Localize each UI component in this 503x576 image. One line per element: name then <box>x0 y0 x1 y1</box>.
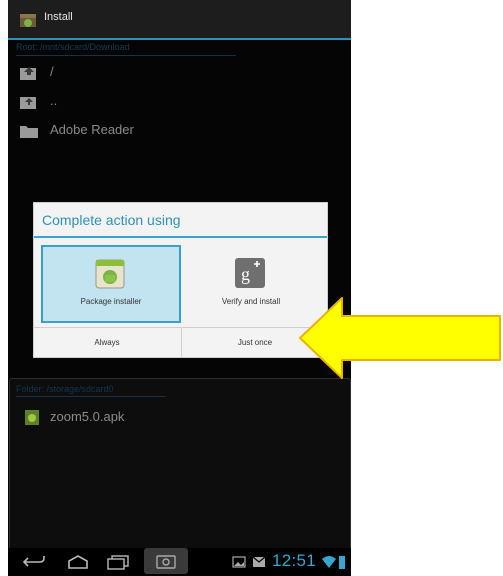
folder-up-icon <box>20 67 36 80</box>
file-row-adobe-reader[interactable]: Adobe Reader <box>8 118 351 144</box>
dialog-title: Complete action using <box>42 212 181 228</box>
file-row-label: .. <box>50 93 58 108</box>
file-row-label: Adobe Reader <box>50 122 134 137</box>
package-installer-icon <box>95 259 125 289</box>
option-package-installer[interactable]: Package installer <box>41 245 181 323</box>
app-title: Install <box>44 11 73 23</box>
file-row-apk[interactable]: zoom5.0.apk <box>10 405 350 429</box>
battery-icon <box>339 556 345 569</box>
complete-action-dialog: Complete action using Package installer … <box>33 202 328 358</box>
lower-panel-path: Folder: /storage/sdcard0 <box>16 384 114 394</box>
camera-icon <box>156 555 176 569</box>
back-icon[interactable] <box>22 554 46 570</box>
file-row-root[interactable]: / <box>8 60 351 86</box>
option-label: Package installer <box>80 297 142 306</box>
apk-file-icon <box>25 410 39 425</box>
home-icon[interactable] <box>66 554 90 570</box>
folder-icon <box>20 126 38 138</box>
recent-apps-icon[interactable] <box>106 554 130 570</box>
always-button[interactable]: Always <box>34 328 180 358</box>
highlight-arrow <box>299 297 501 379</box>
svg-text:g: g <box>241 264 250 284</box>
lower-panel-divider <box>16 396 166 397</box>
mail-notification-icon <box>252 556 266 567</box>
path-divider <box>16 55 236 56</box>
install-app-icon[interactable] <box>18 9 38 29</box>
navigation-bar: 12:51 <box>8 548 351 576</box>
action-bar: Install <box>8 0 351 40</box>
current-path: Root: /mnt/sdcard/Download <box>16 42 130 52</box>
file-row-label: / <box>50 64 54 79</box>
dialog-title-divider <box>34 236 327 238</box>
wifi-icon <box>322 556 336 568</box>
gallery-notification-icon <box>232 556 246 568</box>
screenshot-button[interactable] <box>144 548 188 574</box>
file-row-parent[interactable]: .. <box>8 89 351 115</box>
folder-up-icon <box>20 97 36 109</box>
dialog-button-bar: Always Just once <box>34 327 327 358</box>
status-clock: 12:51 <box>272 551 317 570</box>
file-row-label: zoom5.0.apk <box>50 409 125 424</box>
google-plus-icon: g <box>235 258 265 288</box>
lower-file-panel: Folder: /storage/sdcard0 zoom5.0.apk <box>9 378 351 550</box>
